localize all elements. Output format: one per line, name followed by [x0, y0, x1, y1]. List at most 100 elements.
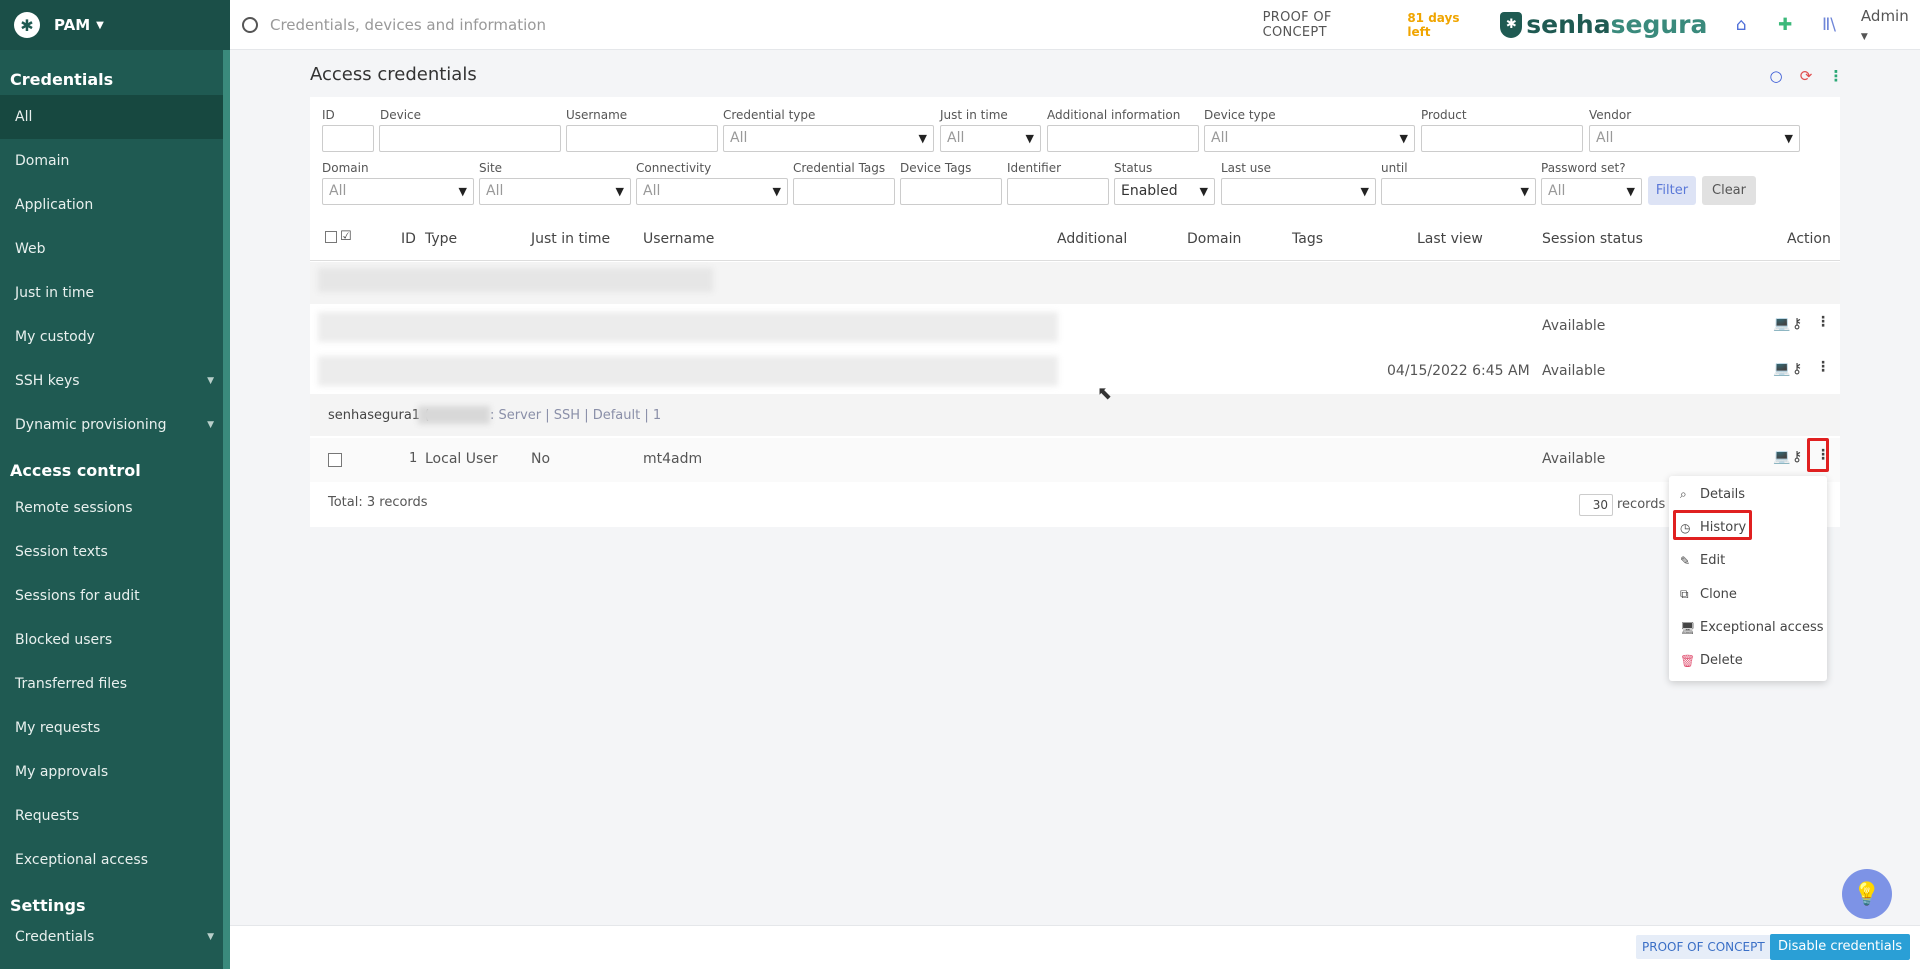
filter-credential-tags-input[interactable]: [793, 178, 895, 205]
filter-jit-select[interactable]: All ▼: [940, 125, 1041, 152]
check-all-icon[interactable]: ☑: [340, 229, 352, 244]
section-access-control: Access control: [10, 461, 141, 480]
search-input[interactable]: Credentials, devices and information: [270, 16, 546, 34]
filter-last-use-select[interactable]: ▼: [1221, 178, 1376, 205]
filter-password-set-select[interactable]: All ▼: [1541, 178, 1642, 205]
per-page-input[interactable]: 30: [1579, 494, 1613, 516]
clear-button[interactable]: Clear: [1702, 176, 1756, 205]
monitor-icon: 🖥: [1680, 620, 1696, 635]
laptop-icon[interactable]: 💻: [1773, 316, 1790, 332]
select-value: All: [486, 183, 504, 199]
menu-item-exceptional-access[interactable]: 🖥 Exceptional access: [1680, 620, 1824, 635]
filter-device-tags-input[interactable]: [900, 178, 1002, 205]
sidebar-item-application[interactable]: Application: [0, 183, 230, 227]
filter-until-select[interactable]: ▼: [1381, 178, 1536, 205]
filter-username-input[interactable]: [566, 125, 718, 152]
caret-down-icon: ▼: [1784, 132, 1793, 145]
more-vertical-icon[interactable]: ⋮: [1826, 66, 1846, 86]
new-document-icon[interactable]: ✚: [1775, 15, 1795, 35]
col-header-last-view[interactable]: Last view: [1417, 231, 1483, 247]
col-header-id[interactable]: ID: [401, 231, 416, 247]
laptop-icon[interactable]: 💻: [1773, 361, 1790, 377]
sidebar-item-web[interactable]: Web: [0, 227, 230, 271]
search-icon[interactable]: ○: [1766, 66, 1786, 86]
more-vertical-icon[interactable]: ⋮: [1816, 359, 1830, 375]
sidebar-item-my-custody[interactable]: My custody: [0, 315, 230, 359]
global-search[interactable]: Credentials, devices and information: [230, 16, 1263, 34]
sidebar-item-label: Dynamic provisioning: [15, 417, 167, 433]
shield-icon: ✱: [1500, 11, 1523, 38]
row-checkbox[interactable]: [328, 453, 342, 467]
filter-device-input[interactable]: [379, 125, 561, 152]
header-divider: [310, 260, 1840, 261]
menu-item-edit[interactable]: ✎ Edit: [1680, 553, 1725, 568]
key-icon[interactable]: ⚷: [1792, 361, 1802, 377]
menu-item-details[interactable]: ⌕ Details: [1680, 487, 1745, 502]
sidebar-item-transferred-files[interactable]: Transferred files: [0, 662, 230, 706]
filter-additional-info-input[interactable]: [1047, 125, 1199, 152]
filter-status-select[interactable]: Enabled ▼: [1114, 178, 1215, 205]
key-icon[interactable]: ⚷: [1792, 316, 1802, 332]
filter-domain-select[interactable]: All ▼: [322, 178, 474, 205]
section-credentials: Credentials: [10, 70, 114, 89]
col-header-type[interactable]: Type: [425, 231, 457, 247]
sidebar-item-blocked-users[interactable]: Blocked users: [0, 618, 230, 662]
sidebar-item-requests[interactable]: Requests: [0, 794, 230, 838]
filter-button[interactable]: Filter: [1648, 176, 1696, 205]
sidebar-item-my-requests[interactable]: My requests: [0, 706, 230, 750]
topbar: Credentials, devices and information PRO…: [230, 0, 1920, 50]
filter-credential-type-select[interactable]: All ▼: [723, 125, 934, 152]
filter-label-status: Status: [1114, 161, 1153, 175]
sidebar-item-all[interactable]: All: [0, 95, 230, 139]
library-icon[interactable]: Ⅱ\: [1819, 15, 1839, 35]
filter-vendor-select[interactable]: All ▼: [1589, 125, 1800, 152]
filter-id-input[interactable]: [322, 125, 374, 152]
filter-product-input[interactable]: [1421, 125, 1583, 152]
sidebar-item-exceptional-access[interactable]: Exceptional access: [0, 838, 230, 882]
sidebar-item-settings-credentials[interactable]: Credentials ▼: [0, 921, 230, 953]
filter-connectivity-select[interactable]: All ▼: [636, 178, 788, 205]
sidebar-item-label: Credentials: [15, 929, 95, 945]
sidebar-item-ssh-keys[interactable]: SSH keys ▼: [0, 359, 230, 403]
filter-device-type-select[interactable]: All ▼: [1204, 125, 1415, 152]
col-header-jit[interactable]: Just in time: [531, 231, 610, 247]
filter-label-site: Site: [479, 161, 503, 175]
sidebar-item-remote-sessions[interactable]: Remote sessions: [0, 486, 230, 530]
caret-down-icon: ▼: [1025, 132, 1034, 145]
more-vertical-icon[interactable]: ⋮: [1816, 314, 1830, 330]
col-header-tags[interactable]: Tags: [1292, 231, 1323, 247]
sidebar-item-session-texts[interactable]: Session texts: [0, 530, 230, 574]
filter-site-select[interactable]: All ▼: [479, 178, 631, 205]
filter-label-domain: Domain: [322, 161, 369, 175]
sidebar-item-my-approvals[interactable]: My approvals: [0, 750, 230, 794]
disable-credentials-button[interactable]: Disable credentials: [1770, 934, 1911, 960]
sidebar-item-just-in-time[interactable]: Just in time: [0, 271, 230, 315]
col-header-domain[interactable]: Domain: [1187, 231, 1241, 247]
logo-text-a: senha: [1526, 10, 1611, 39]
records-label: records: [1617, 497, 1666, 512]
refresh-icon[interactable]: ⟳: [1796, 66, 1816, 86]
menu-item-delete[interactable]: 🗑 Delete: [1680, 653, 1743, 668]
filter-label-id: ID: [322, 108, 335, 122]
menu-item-clone[interactable]: ⧉ Clone: [1680, 587, 1737, 602]
user-menu[interactable]: Admin ▼: [1861, 7, 1920, 43]
laptop-icon[interactable]: 💻: [1773, 449, 1790, 465]
col-header-additional[interactable]: Additional: [1057, 231, 1127, 247]
sidebar-item-domain[interactable]: Domain: [0, 139, 230, 183]
select-value: All: [947, 130, 965, 146]
app-switcher[interactable]: ✱ PAM ▼: [0, 0, 230, 50]
lightbulb-icon[interactable]: 💡: [1842, 869, 1892, 919]
col-header-session-status[interactable]: Session status: [1542, 231, 1643, 247]
blurred-content: [318, 312, 1058, 342]
key-icon[interactable]: ⚷: [1792, 449, 1802, 465]
sidebar-scrollbar[interactable]: [223, 50, 230, 969]
caret-down-icon: ▼: [918, 132, 927, 145]
home-icon[interactable]: ⌂: [1731, 15, 1751, 35]
filter-identifier-input[interactable]: [1007, 178, 1109, 205]
filter-label-device-tags: Device Tags: [900, 161, 972, 175]
sidebar-item-dynamic-provisioning[interactable]: Dynamic provisioning ▼: [0, 403, 230, 447]
filter-label-product: Product: [1421, 108, 1467, 122]
select-all-checkbox[interactable]: [325, 231, 337, 243]
sidebar-item-sessions-for-audit[interactable]: Sessions for audit: [0, 574, 230, 618]
col-header-username[interactable]: Username: [643, 231, 714, 247]
